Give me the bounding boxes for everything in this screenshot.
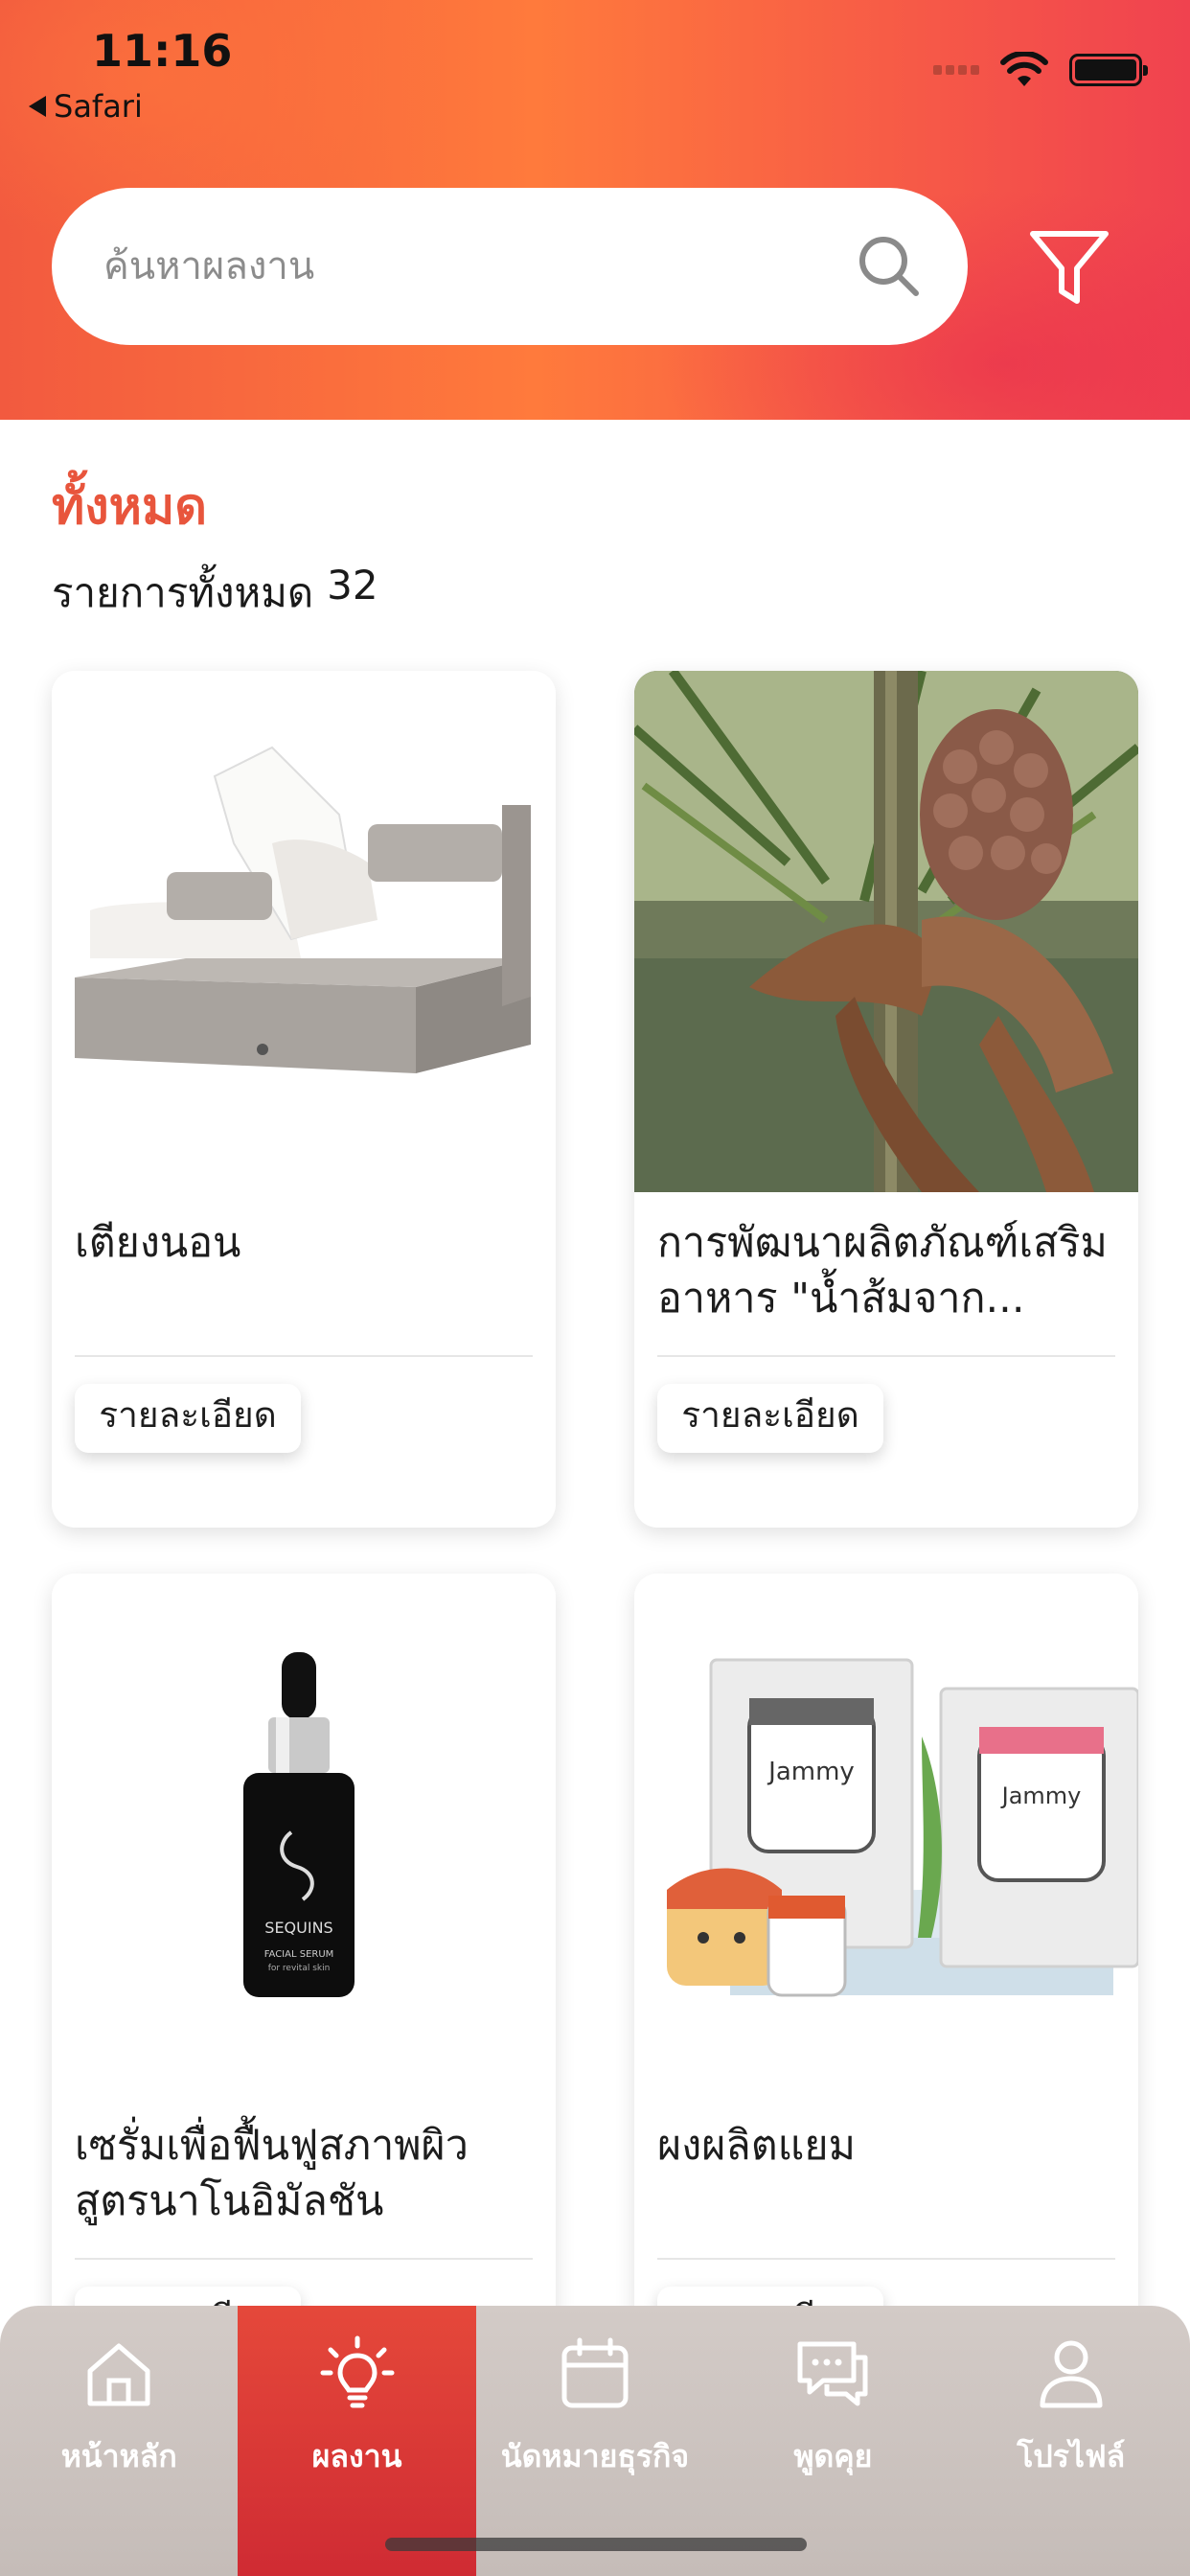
calendar-icon	[561, 2337, 629, 2408]
jam-brand-text-1: Jammy	[767, 1758, 855, 1786]
adjustable-bed-image	[52, 671, 556, 1192]
person-icon	[1040, 2340, 1103, 2408]
tab-profile[interactable]: โปรไฟล์	[952, 2306, 1190, 2576]
serum-label-text: FACIAL SERUM	[264, 1949, 334, 1960]
card-title: เซรั่มเพื่อฟื้นฟูสภาพผิวสูตรนาโนอิมัลชัน	[75, 2122, 469, 2225]
section-title: ทั้งหมด	[52, 478, 207, 536]
jam-brand-text-2: Jammy	[1000, 1782, 1082, 1809]
card-title: การพัฒนาผลิตภัณฑ์เสริมอาหาร "น้ำส้มจาก..…	[657, 1219, 1108, 1322]
card-divider	[657, 2258, 1115, 2260]
search-icon[interactable]	[855, 232, 924, 301]
details-button[interactable]: รายละเอียด	[75, 1384, 301, 1453]
back-label: Safari	[54, 88, 143, 125]
product-card[interactable]: เตียงนอน รายละเอียด	[52, 671, 556, 1528]
header: 11:16 Safari	[0, 0, 1190, 420]
card-divider	[75, 2258, 533, 2260]
card-divider	[657, 1355, 1115, 1357]
serum-label-subtext: for revital skin	[268, 1964, 331, 1973]
tab-business-appointments[interactable]: นัดหมายธุรกิจ	[476, 2306, 714, 2576]
filter-icon[interactable]	[1027, 226, 1111, 307]
items-count-value: 32	[327, 562, 378, 609]
serum-bottle-image: SEQUINS FACIAL SERUM for revital skin	[52, 1574, 556, 2095]
tab-label: โปรไฟล์	[1017, 2438, 1126, 2474]
home-icon	[87, 2343, 150, 2406]
tab-chat[interactable]: พูดคุย	[714, 2306, 951, 2576]
card-title: ผงผลิตแยม	[657, 2122, 856, 2170]
back-arrow-icon	[29, 96, 46, 117]
serum-brand-text: SEQUINS	[264, 1919, 332, 1937]
tab-label: นัดหมายธุรกิจ	[500, 2438, 690, 2474]
status-time: 11:16	[92, 25, 233, 77]
card-title: เตียงนอน	[75, 1219, 241, 1267]
product-card[interactable]: Jammy Jammy ผงผลิตแยม รายละเอียด	[634, 1574, 1138, 2430]
jam-powder-packets-image: Jammy Jammy	[634, 1574, 1138, 2095]
tab-works[interactable]: ผลงาน	[238, 2306, 476, 2576]
card-divider	[75, 1355, 533, 1357]
items-count-label: รายการทั้งหมด	[52, 569, 314, 616]
status-icons	[933, 52, 1148, 88]
product-card[interactable]: การพัฒนาผลิตภัณฑ์เสริมอาหาร "น้ำส้มจาก..…	[634, 671, 1138, 1528]
back-to-safari[interactable]: Safari	[29, 88, 143, 125]
tab-label: หน้าหลัก	[60, 2438, 177, 2474]
home-indicator[interactable]	[385, 2538, 807, 2551]
items-count: รายการทั้งหมด 32	[52, 562, 378, 625]
search-input[interactable]	[103, 244, 855, 288]
tab-label: ผลงาน	[311, 2438, 402, 2474]
cellular-signal-icon	[933, 65, 979, 75]
search-bar[interactable]	[52, 188, 968, 345]
details-button[interactable]: รายละเอียด	[657, 1384, 883, 1453]
tab-home[interactable]: หน้าหลัก	[0, 2306, 238, 2576]
nipa-palm-fruit-image	[634, 671, 1138, 1192]
tab-label: พูดคุย	[793, 2438, 873, 2474]
product-card[interactable]: SEQUINS FACIAL SERUM for revital skin เซ…	[52, 1574, 556, 2430]
bottom-tab-bar: หน้าหลัก ผลงาน นัดหมายธุรกิจ พูดคุย โปรไ…	[0, 2306, 1190, 2576]
wifi-icon	[1000, 52, 1048, 86]
chat-icon	[797, 2341, 868, 2406]
lightbulb-icon	[320, 2335, 395, 2408]
battery-icon	[1069, 54, 1148, 86]
